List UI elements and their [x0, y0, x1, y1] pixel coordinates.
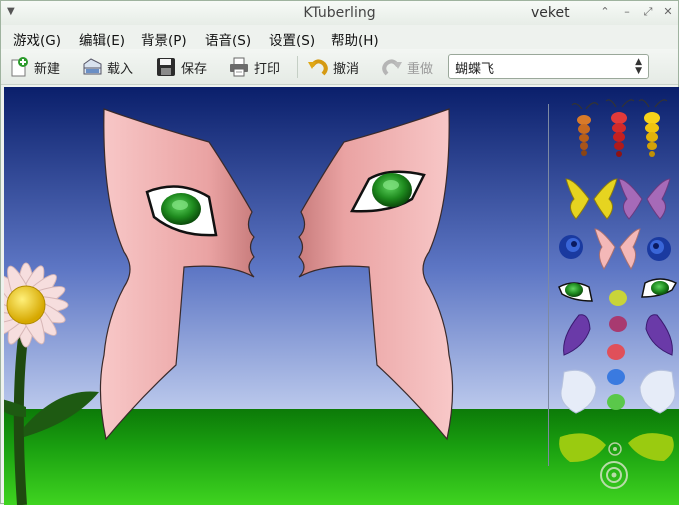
print-button[interactable]: 打印 — [228, 53, 280, 81]
print-button-label: 打印 — [254, 61, 281, 77]
new-button[interactable]: 新建 — [8, 53, 60, 81]
floppy-disk-icon — [157, 58, 175, 76]
piece-spiral-right[interactable] — [647, 237, 671, 261]
select-arrows-icon: ▲ ▼ — [635, 57, 642, 76]
undo-button[interactable]: 撤消 — [307, 53, 359, 81]
scene — [4, 87, 679, 505]
load-button-label: 载入 — [107, 61, 134, 77]
window-user: veket — [531, 5, 570, 21]
window-title: KTuberling — [303, 5, 376, 21]
playground-select-value: 蝴蝶飞 — [455, 62, 495, 77]
playground-select[interactable]: 蝴蝶飞 ▲ ▼ — [448, 54, 649, 79]
piece-dot-magenta[interactable] — [609, 316, 627, 332]
menu-game[interactable]: 游戏(G) — [13, 29, 61, 49]
palette-divider — [548, 104, 549, 466]
piece-dot-yellow[interactable] — [609, 290, 627, 306]
restore-button[interactable]: ⤢ — [641, 5, 655, 19]
menu-background[interactable]: 背景(P) — [141, 29, 187, 49]
menu-speech[interactable]: 语音(S) — [205, 29, 251, 49]
piece-spiral-left[interactable] — [559, 235, 583, 259]
redo-arrow-icon — [382, 59, 402, 76]
toolbar-separator — [297, 56, 298, 78]
redo-button-label: 重做 — [407, 61, 434, 77]
maximize-button[interactable]: – — [620, 5, 634, 19]
piece-dot-red[interactable] — [607, 344, 625, 360]
new-file-icon — [11, 57, 28, 77]
printer-icon — [230, 57, 248, 77]
load-button[interactable]: 载入 — [81, 53, 133, 81]
undo-arrow-icon — [308, 59, 328, 76]
app-window: ▼ KTuberling veket ⌃ – ⤢ ✕ 游戏(G) 编辑(E) 背… — [0, 0, 679, 505]
piece-dot-blue[interactable] — [607, 369, 625, 385]
play-canvas[interactable] — [4, 87, 679, 505]
piece-dot-green[interactable] — [607, 394, 625, 410]
new-button-label: 新建 — [34, 61, 61, 77]
save-button[interactable]: 保存 — [155, 53, 207, 81]
undo-button-label: 撤消 — [333, 61, 360, 77]
save-button-label: 保存 — [181, 61, 208, 77]
minimize-button[interactable]: ⌃ — [598, 5, 612, 19]
open-file-icon — [83, 58, 102, 75]
title-bar: ▼ KTuberling veket ⌃ – ⤢ ✕ — [1, 1, 678, 25]
menu-edit[interactable]: 编辑(E) — [79, 29, 125, 49]
menu-bar: 游戏(G) 编辑(E) 背景(P) 语音(S) 设置(S) 帮助(H) — [1, 25, 678, 49]
menu-help[interactable]: 帮助(H) — [331, 29, 379, 49]
close-button[interactable]: ✕ — [661, 5, 675, 19]
redo-button[interactable]: 重做 — [381, 53, 433, 81]
menu-settings[interactable]: 设置(S) — [269, 29, 315, 49]
